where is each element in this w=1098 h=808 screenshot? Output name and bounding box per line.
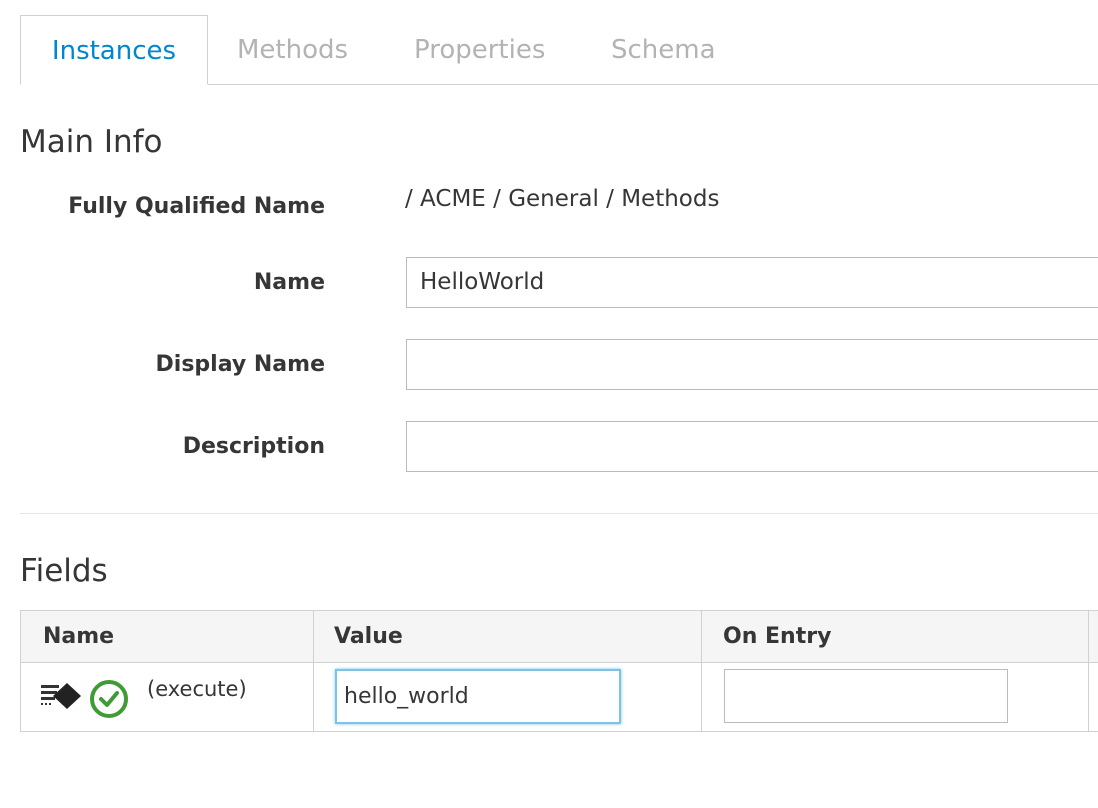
name-label: Name	[253, 270, 325, 295]
fields-heading: Fields	[20, 553, 108, 589]
field-name: (execute)	[147, 677, 247, 701]
column-header-on-entry[interactable]: On Entry	[723, 611, 831, 663]
method-icon	[41, 683, 81, 709]
tab-schema[interactable]: Schema	[611, 15, 716, 85]
fields-table: Name Value On Entry (execute) hello_worl…	[20, 610, 1098, 732]
main-info-heading: Main Info	[20, 124, 163, 160]
table-header: Name Value On Entry	[21, 611, 1098, 663]
tab-instances[interactable]: Instances	[20, 15, 208, 85]
check-circle-icon	[90, 680, 128, 718]
fqn-label: Fully Qualified Name	[68, 194, 325, 219]
field-value-input[interactable]: hello_world	[335, 669, 621, 724]
fqn-value: / ACME / General / Methods	[405, 186, 720, 212]
column-divider	[701, 611, 702, 731]
section-divider	[20, 513, 1098, 514]
tab-methods[interactable]: Methods	[237, 15, 348, 85]
name-input[interactable]: HelloWorld	[406, 257, 1098, 308]
description-input[interactable]	[406, 421, 1098, 472]
description-label: Description	[182, 434, 325, 459]
column-divider	[313, 611, 314, 731]
on-entry-input[interactable]	[724, 669, 1008, 723]
tab-bar: Instances Methods Properties Schema	[20, 15, 1098, 85]
column-header-value[interactable]: Value	[334, 611, 403, 663]
column-divider	[1088, 611, 1089, 731]
display-name-label: Display Name	[155, 352, 325, 377]
display-name-input[interactable]	[406, 339, 1098, 390]
tab-properties[interactable]: Properties	[414, 15, 545, 85]
column-header-name[interactable]: Name	[43, 611, 114, 663]
